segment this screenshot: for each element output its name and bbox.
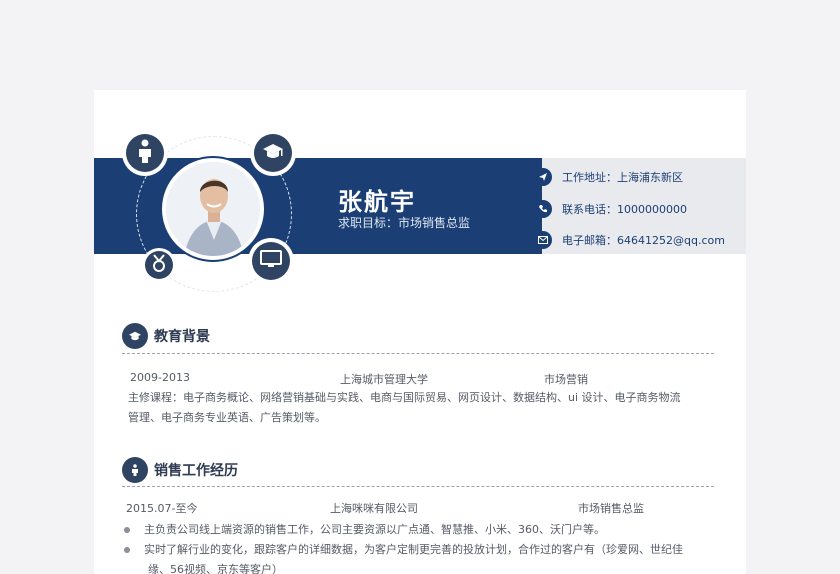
education-courses-line-1: 主修课程：电子商务概论、网络营销基础与实践、电商与国际贸易、网页设计、数据结构、… bbox=[128, 391, 681, 404]
phone-icon bbox=[534, 200, 552, 218]
send-icon bbox=[534, 168, 552, 186]
email-value: 64641252@qq.com bbox=[617, 233, 725, 247]
work-title: 销售工作经历 bbox=[154, 463, 238, 479]
work-company: 上海咪咪有限公司 bbox=[330, 502, 418, 515]
bullet-dot bbox=[124, 527, 130, 533]
address-value: 上海浦东新区 bbox=[617, 171, 683, 184]
work-bullet-continuation: 缘、56视频、京东等客户） bbox=[148, 563, 283, 574]
contact-email: 电子邮箱： 64641252@qq.com bbox=[534, 231, 725, 249]
resume-page: 张航宇 求职目标：市场销售总监 工作地址： 上海浦东新区 联系电话： 10000… bbox=[94, 90, 746, 574]
contact-phone: 联系电话： 1000000000 bbox=[534, 200, 687, 218]
work-bullet-text: 实时了解行业的变化，跟踪客户的详细数据，为客户定制更完善的投放计划，合作过的客户… bbox=[144, 543, 683, 556]
work-heading: 销售工作经历 bbox=[122, 457, 238, 483]
phone-value: 1000000000 bbox=[617, 202, 687, 216]
person-icon bbox=[135, 139, 155, 167]
work-bullet: 实时了解行业的变化，跟踪客户的详细数据，为客户定制更完善的投放计划，合作过的客户… bbox=[124, 540, 716, 560]
person-icon bbox=[122, 457, 148, 483]
mail-icon bbox=[534, 231, 552, 249]
education-courses-line-2: 管理、电子商务专业英语、广告策划等。 bbox=[128, 411, 326, 424]
award-icon bbox=[151, 254, 167, 276]
avatar bbox=[166, 162, 260, 256]
work-position: 市场销售总监 bbox=[578, 502, 644, 515]
monitor-badge bbox=[248, 238, 294, 284]
work-bullet: 主负责公司线上端资源的销售工作，公司主要资源以广点通、智慧推、小米、360、沃门… bbox=[124, 520, 716, 540]
email-label: 电子邮箱： bbox=[562, 234, 617, 247]
education-heading: 教育背景 bbox=[122, 323, 210, 349]
bullet-dot bbox=[124, 547, 130, 553]
education-divider bbox=[122, 353, 714, 354]
graduation-cap-icon bbox=[261, 141, 285, 165]
address-label: 工作地址： bbox=[562, 171, 617, 184]
monitor-icon bbox=[260, 249, 282, 273]
contact-address: 工作地址： 上海浦东新区 bbox=[534, 168, 683, 186]
phone-label: 联系电话： bbox=[562, 203, 617, 216]
education-school: 上海城市管理大学 bbox=[340, 373, 428, 386]
education-major: 市场营销 bbox=[544, 373, 588, 386]
work-period: 2015.07-至今 bbox=[126, 502, 198, 515]
job-goal: 求职目标：市场销售总监 bbox=[338, 216, 471, 230]
graduation-cap-icon bbox=[122, 323, 148, 349]
graduation-badge bbox=[250, 130, 296, 176]
person-badge bbox=[122, 130, 168, 176]
candidate-name: 张航宇 bbox=[338, 188, 416, 216]
work-bullet-text: 主负责公司线上端资源的销售工作，公司主要资源以广点通、智慧推、小米、360、沃门… bbox=[144, 523, 605, 536]
award-badge bbox=[142, 248, 176, 282]
work-divider bbox=[122, 486, 714, 487]
education-period: 2009-2013 bbox=[130, 371, 190, 384]
avatar-frame bbox=[160, 156, 266, 262]
education-title: 教育背景 bbox=[154, 329, 210, 345]
